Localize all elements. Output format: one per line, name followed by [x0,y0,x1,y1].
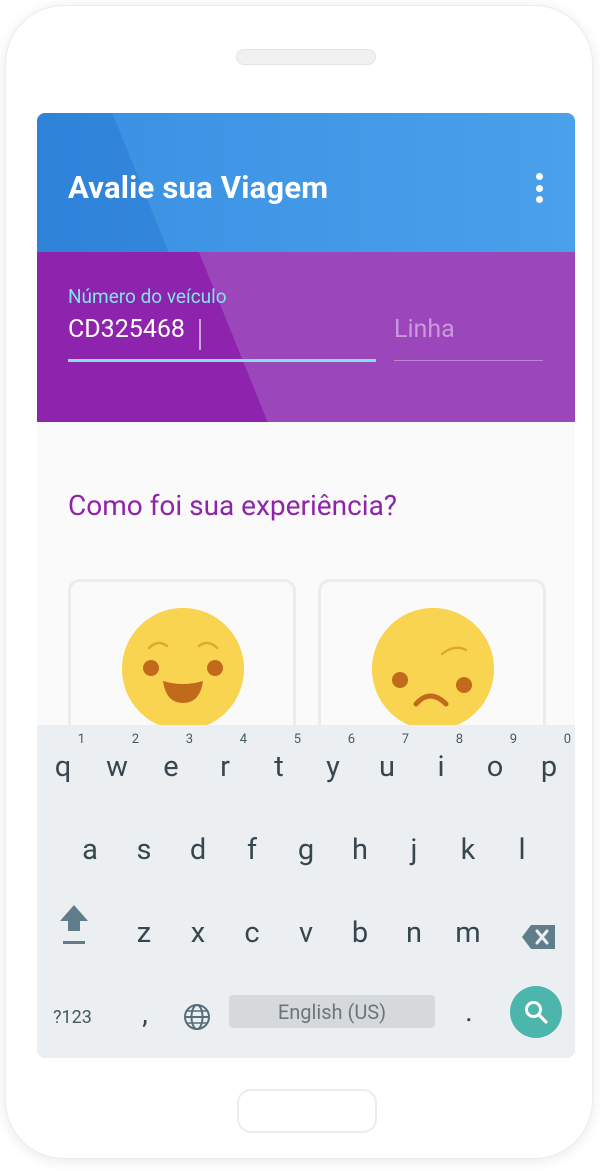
overflow-menu-icon[interactable] [531,173,547,203]
key-n[interactable]: n [394,916,434,950]
search-icon [525,1001,548,1024]
key-x[interactable]: x [178,916,218,950]
sad-face-icon [372,608,494,730]
happy-face-icon [122,608,244,730]
key-y[interactable]: y6 [313,732,355,784]
rating-question: Como foi sua experiência? [68,489,398,522]
key-u[interactable]: u7 [367,732,409,784]
key-comma[interactable]: , [125,997,165,1031]
vehicle-number-label: Número do veículo [68,285,227,308]
key-i[interactable]: i8 [421,732,463,784]
key-h[interactable]: h [340,833,380,867]
symbols-key[interactable]: ?123 [53,1007,92,1028]
app-title: Avalie sua Viagem [68,169,329,206]
key-g[interactable]: g [286,833,326,867]
phone-speaker [236,49,376,65]
key-b[interactable]: b [340,916,380,950]
globe-icon[interactable] [182,1002,212,1032]
key-z[interactable]: z [124,916,164,950]
key-v[interactable]: v [286,916,326,950]
phone-frame: Avalie sua Viagem Número do veículo CD32… [6,6,592,1158]
key-j[interactable]: j [394,833,434,867]
app-screen: Avalie sua Viagem Número do veículo CD32… [37,113,575,1058]
key-o[interactable]: o9 [475,732,517,784]
key-d[interactable]: d [178,833,218,867]
key-period[interactable]: . [449,995,489,1029]
app-bar: Avalie sua Viagem [37,113,575,252]
key-m[interactable]: m [448,916,488,950]
key-l[interactable]: l [502,833,542,867]
text-caret [199,319,201,350]
key-w[interactable]: w2 [97,732,139,784]
on-screen-keyboard: q1 w2 e3 r4 t5 y6 u7 i8 o9 p0 a s d f g … [37,725,575,1058]
key-t[interactable]: t5 [259,732,301,784]
line-input-underline [394,360,543,361]
key-s[interactable]: s [124,833,164,867]
search-action-button[interactable] [510,986,562,1038]
key-a[interactable]: a [70,833,110,867]
key-p[interactable]: p0 [529,732,571,784]
key-f[interactable]: f [232,833,272,867]
space-key[interactable]: English (US) [229,995,435,1028]
line-input[interactable]: Linha [394,315,455,344]
backspace-icon[interactable] [521,924,557,950]
key-e[interactable]: e3 [151,732,193,784]
key-r[interactable]: r4 [205,732,247,784]
shift-icon[interactable] [57,901,91,949]
trip-inputs-panel: Número do veículo CD325468 Linha [37,252,575,422]
home-button[interactable] [237,1089,377,1133]
key-c[interactable]: c [232,916,272,950]
vehicle-number-underline [68,359,376,362]
key-q[interactable]: q1 [43,732,85,784]
key-k[interactable]: k [448,833,488,867]
vehicle-number-input[interactable]: CD325468 [68,315,185,344]
